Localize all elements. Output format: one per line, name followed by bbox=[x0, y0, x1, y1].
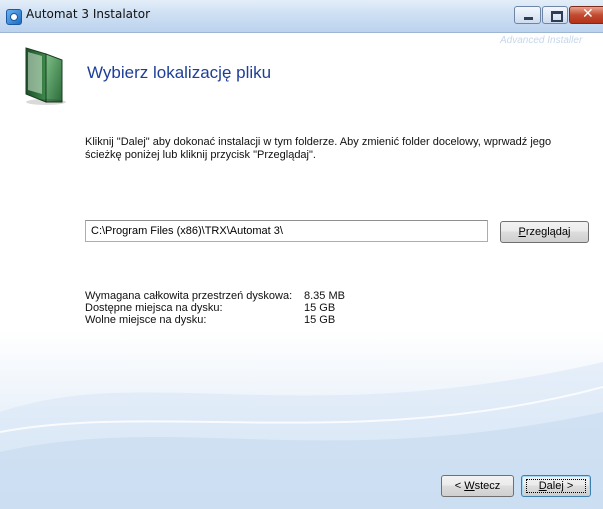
maximize-icon bbox=[551, 11, 563, 22]
installer-window: Automat 3 Instalator ✕ Advanced Installe… bbox=[0, 0, 603, 509]
close-button[interactable]: ✕ bbox=[569, 6, 603, 24]
window-title: Automat 3 Instalator bbox=[26, 7, 150, 21]
back-button[interactable]: < Wstecz bbox=[441, 475, 514, 497]
disk-value: 15 GB bbox=[304, 302, 336, 314]
folder-icon bbox=[25, 47, 66, 105]
minimize-button[interactable] bbox=[514, 6, 541, 24]
close-icon: ✕ bbox=[582, 6, 594, 22]
page-title: Wybierz lokalizację pliku bbox=[87, 63, 272, 82]
disk-value: 8.35 MB bbox=[304, 290, 345, 302]
disk-label: Dostępne miejsca na dysku: bbox=[85, 302, 223, 314]
install-path-input[interactable]: C:\Program Files (x86)\TRX\Automat 3\ bbox=[85, 220, 488, 242]
disk-label: Wolne miejsce na dysku: bbox=[85, 314, 207, 326]
install-path-value: C:\Program Files (x86)\TRX\Automat 3\ bbox=[91, 225, 283, 237]
installer-app-icon bbox=[6, 9, 22, 25]
focus-rectangle bbox=[526, 479, 586, 493]
browse-button[interactable]: Przeglądaj bbox=[500, 221, 589, 243]
disk-value: 15 GB bbox=[304, 314, 336, 326]
minimize-icon bbox=[524, 17, 533, 20]
instruction-text: Kliknij "Dalej" aby dokonać instalacji w… bbox=[85, 136, 552, 161]
title-bar[interactable]: Automat 3 Instalator ✕ bbox=[0, 0, 603, 33]
next-button[interactable]: Dalej > bbox=[521, 475, 591, 497]
advanced-installer-brand: Advanced Installer bbox=[500, 35, 583, 46]
disk-label: Wymagana całkowita przestrzeń dyskowa: bbox=[85, 290, 293, 302]
maximize-button[interactable] bbox=[542, 6, 568, 24]
